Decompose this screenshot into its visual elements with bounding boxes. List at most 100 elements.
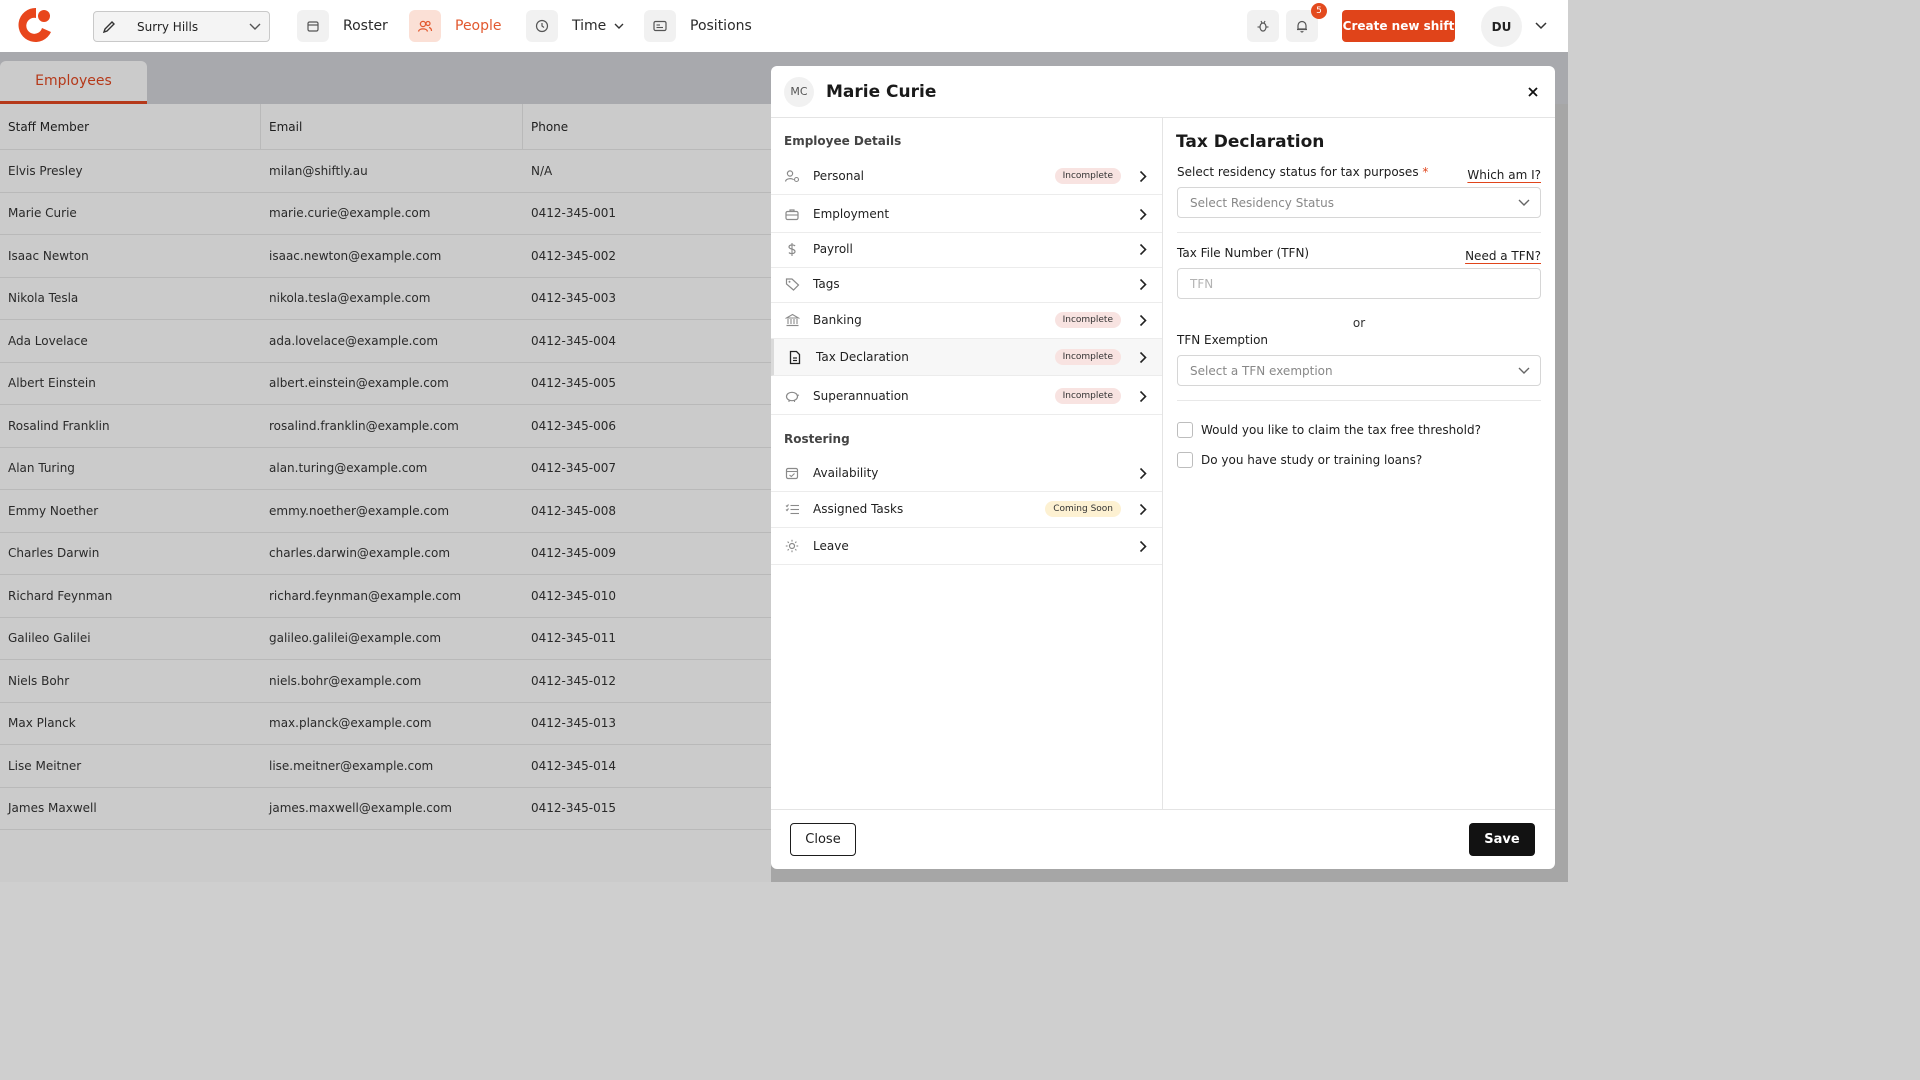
pencil-icon[interactable]	[94, 12, 124, 41]
staff-member-cell: James Maxwell	[8, 801, 97, 816]
panel-footer: Close Save	[771, 809, 1555, 869]
email-cell: alan.turing@example.com	[269, 461, 428, 476]
nav-people[interactable]: People	[409, 10, 502, 42]
location-select[interactable]: Surry Hills	[93, 11, 270, 42]
table-row[interactable]: Galileo Galilei galileo.galilei@example.c…	[0, 618, 771, 660]
tfn-exemption-placeholder: Select a TFN exemption	[1190, 363, 1333, 378]
status-badge: Incomplete	[1054, 349, 1121, 365]
tab-employees[interactable]: Employees	[0, 61, 147, 104]
location-label: Surry Hills	[137, 19, 199, 34]
chevron-down-icon	[614, 23, 624, 30]
email-cell: charles.darwin@example.com	[269, 546, 451, 561]
email-cell: ada.lovelace@example.com	[269, 333, 439, 348]
employee-name: Marie Curie	[826, 81, 937, 102]
bug-icon	[1256, 19, 1270, 33]
sidebar-item-availability[interactable]: Availability	[771, 455, 1162, 492]
which-am-i-link[interactable]: Which am I?	[1467, 168, 1541, 182]
tfn-input[interactable]	[1177, 268, 1541, 299]
column-header-email[interactable]: Email	[261, 103, 523, 150]
table-row[interactable]: Emmy Noether emmy.noether@example.com 0412…	[0, 490, 771, 533]
table-row[interactable]: Rosalind Franklin rosalind.franklin@examp…	[0, 405, 771, 448]
study-loans-checkbox[interactable]	[1177, 452, 1193, 468]
residency-status-select[interactable]: Select Residency Status	[1177, 187, 1541, 218]
study-loans-option[interactable]: Do you have study or training loans?	[1177, 452, 1422, 468]
nav-roster[interactable]: Roster	[297, 10, 388, 42]
user-settings-icon	[784, 168, 800, 184]
notification-count-badge: 5	[1311, 3, 1327, 19]
phone-cell: 0412-345-012	[531, 673, 617, 688]
status-badge: Incomplete	[1054, 168, 1121, 184]
need-a-tfn-link[interactable]: Need a TFN?	[1465, 249, 1541, 263]
column-header-staff-member[interactable]: Staff Member	[0, 103, 261, 150]
phone-cell: 0412-345-010	[531, 588, 617, 603]
sidebar-item-leave[interactable]: Leave	[771, 528, 1162, 565]
table-row[interactable]: Max Planck max.planck@example.com 0412-345…	[0, 703, 771, 745]
table-row[interactable]: Marie Curie marie.curie@example.com 0412-3…	[0, 193, 771, 235]
form-title: Tax Declaration	[1176, 132, 1325, 152]
close-button[interactable]: Close	[790, 823, 856, 856]
save-button[interactable]: Save	[1469, 823, 1535, 856]
table-row[interactable]: Charles Darwin charles.darwin@example.com…	[0, 533, 771, 575]
chevron-down-icon	[1518, 196, 1530, 210]
sidebar-item-payroll[interactable]: Payroll	[771, 231, 1162, 268]
bug-report-button[interactable]	[1247, 10, 1279, 42]
residency-status-placeholder: Select Residency Status	[1190, 195, 1334, 210]
user-avatar[interactable]: DU	[1481, 6, 1522, 47]
table-row[interactable]: Elvis Presley milan@shiftly.au N/A	[0, 150, 771, 193]
table-row[interactable]: Alan Turing alan.turing@example.com 0412-3…	[0, 448, 771, 490]
table-row[interactable]: Richard Feynman richard.feynman@example.c…	[0, 575, 771, 618]
panel-header: MC Marie Curie	[771, 66, 1555, 118]
phone-cell: 0412-345-009	[531, 546, 617, 561]
sidebar-item-banking[interactable]: Banking Incomplete	[771, 302, 1162, 339]
staff-member-cell: Rosalind Franklin	[8, 418, 110, 433]
tfn-label: Tax File Number (TFN)	[1177, 246, 1310, 260]
email-cell: richard.feynman@example.com	[269, 588, 462, 603]
study-loans-label: Do you have study or training loans?	[1201, 453, 1423, 467]
sidebar-item-label: Superannuation	[813, 389, 909, 403]
sidebar-item-superannuation[interactable]: Superannuation Incomplete	[771, 378, 1162, 415]
sidebar-item-tags[interactable]: Tags	[771, 266, 1162, 303]
table-row[interactable]: Lise Meitner lise.meitner@example.com 0412…	[0, 745, 771, 788]
table-row[interactable]: Nikola Tesla nikola.tesla@example.com 0412…	[0, 278, 771, 320]
phone-cell: 0412-345-008	[531, 503, 617, 518]
column-header-phone[interactable]: Phone	[523, 104, 771, 150]
sidebar-item-tax-declaration[interactable]: Tax Declaration Incomplete	[771, 339, 1162, 376]
email-cell: niels.bohr@example.com	[269, 673, 422, 688]
close-icon[interactable]	[1523, 82, 1543, 102]
app-logo[interactable]	[18, 6, 54, 46]
nav-positions[interactable]: Positions	[644, 10, 752, 42]
staff-member-cell: Elvis Presley	[8, 163, 83, 178]
sidebar-item-label: Personal	[813, 169, 865, 183]
staff-member-cell: Galileo Galilei	[8, 631, 91, 646]
table-row[interactable]: Ada Lovelace ada.lovelace@example.com 0412…	[0, 320, 771, 363]
email-cell: galileo.galilei@example.com	[269, 631, 442, 646]
tax-free-threshold-option[interactable]: Would you like to claim the tax free thr…	[1177, 422, 1481, 438]
employee-avatar: MC	[784, 76, 814, 107]
email-cell: marie.curie@example.com	[269, 206, 431, 221]
chevron-down-icon	[1518, 364, 1530, 378]
sidebar-item-personal[interactable]: Personal Incomplete	[771, 158, 1162, 195]
table-row[interactable]: Albert Einstein albert.einstein@example.c…	[0, 363, 771, 405]
sidebar-item-assigned-tasks[interactable]: Assigned Tasks Coming Soon	[771, 491, 1162, 528]
table-row[interactable]: Isaac Newton isaac.newton@example.com 0412…	[0, 235, 771, 278]
or-separator: or	[1352, 316, 1366, 330]
tfn-exemption-select[interactable]: Select a TFN exemption	[1177, 355, 1541, 386]
chevron-down-icon[interactable]	[1532, 18, 1550, 34]
table-row[interactable]: Niels Bohr niels.bohr@example.com 0412-345…	[0, 660, 771, 703]
tag-icon	[784, 276, 800, 292]
phone-cell: 0412-345-005	[531, 376, 617, 391]
divider	[1177, 232, 1541, 233]
phone-cell: 0412-345-011	[531, 631, 617, 646]
chevron-right-icon	[1135, 465, 1151, 481]
nav-time[interactable]: Time	[526, 10, 624, 42]
staff-member-cell: Nikola Tesla	[8, 291, 79, 306]
phone-cell: 0412-345-014	[531, 758, 617, 773]
phone-cell: 0412-345-003	[531, 291, 617, 306]
notifications-button[interactable]: 5	[1286, 3, 1327, 42]
clock-icon	[526, 10, 558, 42]
sidebar-item-employment[interactable]: Employment	[771, 196, 1162, 233]
tax-free-threshold-checkbox[interactable]	[1177, 422, 1193, 438]
phone-cell: 0412-345-013	[531, 716, 617, 731]
create-new-shift-button[interactable]: Create new shift	[1342, 10, 1455, 42]
table-row[interactable]: James Maxwell james.maxwell@example.com 04…	[0, 788, 771, 830]
